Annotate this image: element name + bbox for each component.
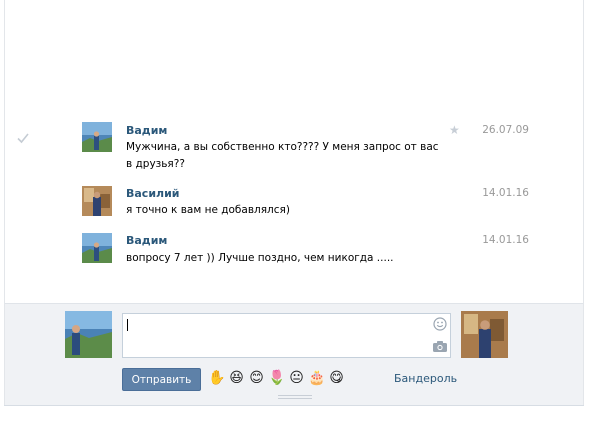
grin-icon[interactable]: 😊: [248, 370, 265, 387]
avatar[interactable]: [82, 122, 112, 152]
message-text: Мужчина, а вы собственно кто???? У меня …: [126, 141, 439, 170]
message-author[interactable]: Вадим: [126, 124, 167, 137]
peer-avatar[interactable]: [461, 311, 508, 358]
my-avatar[interactable]: [65, 311, 112, 358]
send-button[interactable]: Отправить: [122, 368, 201, 391]
right-frame-border: [583, 0, 584, 405]
laughing-icon[interactable]: 😆: [228, 370, 245, 387]
message-text: я точно к вам не добавлялся): [126, 204, 290, 216]
flower-icon[interactable]: 🌷: [268, 370, 285, 387]
bandarol-link[interactable]: Бандероль: [394, 372, 457, 385]
message-date[interactable]: 14.01.16: [482, 187, 529, 199]
message-input[interactable]: [122, 313, 451, 358]
read-check-icon: [17, 133, 29, 144]
avatar[interactable]: [82, 233, 112, 263]
cake-icon[interactable]: 🎂: [308, 370, 325, 387]
text-caret: [127, 319, 128, 331]
star-icon[interactable]: ★: [449, 123, 460, 137]
resize-grip-icon[interactable]: [278, 395, 312, 400]
emoji-bar: ✋ 😆 😊 🌷 😐 🎂 😋: [208, 370, 345, 388]
message-author[interactable]: Василий: [126, 187, 180, 200]
smile-icon[interactable]: [433, 317, 447, 331]
camera-icon[interactable]: [432, 340, 448, 353]
bottom-frame-border: [4, 405, 584, 406]
message-author[interactable]: Вадим: [126, 234, 167, 247]
message-text: вопросу 7 лет )) Лучше поздно, чем никог…: [126, 252, 394, 264]
message-date[interactable]: 26.07.09: [482, 124, 529, 136]
message-date[interactable]: 14.01.16: [482, 234, 529, 246]
tongue-face-icon[interactable]: 😋: [328, 370, 345, 387]
hand-icon[interactable]: ✋: [208, 370, 225, 387]
avatar[interactable]: [82, 186, 112, 216]
neutral-face-icon[interactable]: 😐: [288, 370, 305, 387]
